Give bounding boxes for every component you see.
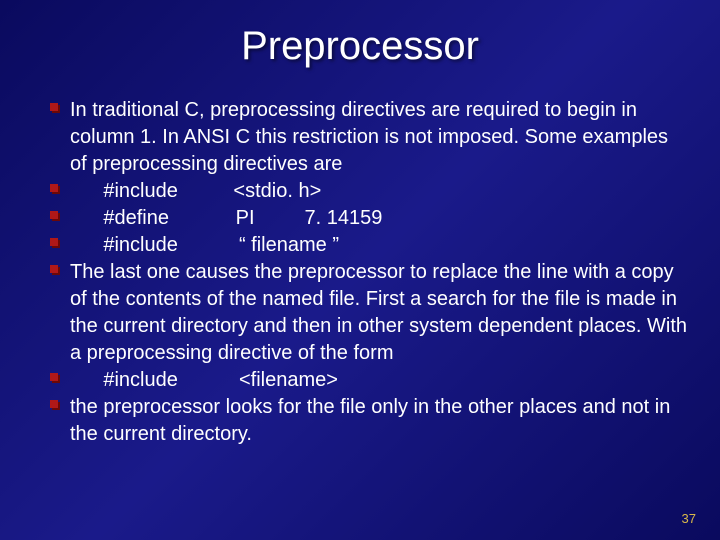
bullet-icon <box>50 103 60 113</box>
item-text: #include <stdio. h> <box>70 178 321 205</box>
bullet-icon <box>50 184 60 194</box>
bullet-icon <box>50 373 60 383</box>
item-text: #include <filename> <box>70 367 338 394</box>
bullet-item: The last one causes the preprocessor to … <box>50 259 690 367</box>
bullet-item: the preprocessor looks for the file only… <box>50 394 690 448</box>
bullet-item: #include <filename> <box>50 367 690 394</box>
bullet-icon <box>50 238 60 248</box>
content-area: In traditional C, preprocessing directiv… <box>0 97 720 448</box>
bullet-item: #define PI 7. 14159 <box>50 205 690 232</box>
bullet-item: #include <stdio. h> <box>50 178 690 205</box>
page-number: 37 <box>682 511 696 526</box>
bullet-icon <box>50 265 60 275</box>
item-text: #define PI 7. 14159 <box>70 205 382 232</box>
bullet-icon <box>50 211 60 221</box>
slide-title: Preprocessor <box>0 0 720 97</box>
bullet-item: #include “ filename ” <box>50 232 690 259</box>
bullet-icon <box>50 400 60 410</box>
item-text: #include “ filename ” <box>70 232 339 259</box>
item-text: In traditional C, preprocessing directiv… <box>70 97 690 178</box>
item-text: The last one causes the preprocessor to … <box>70 259 690 367</box>
item-text: the preprocessor looks for the file only… <box>70 394 690 448</box>
bullet-item: In traditional C, preprocessing directiv… <box>50 97 690 178</box>
